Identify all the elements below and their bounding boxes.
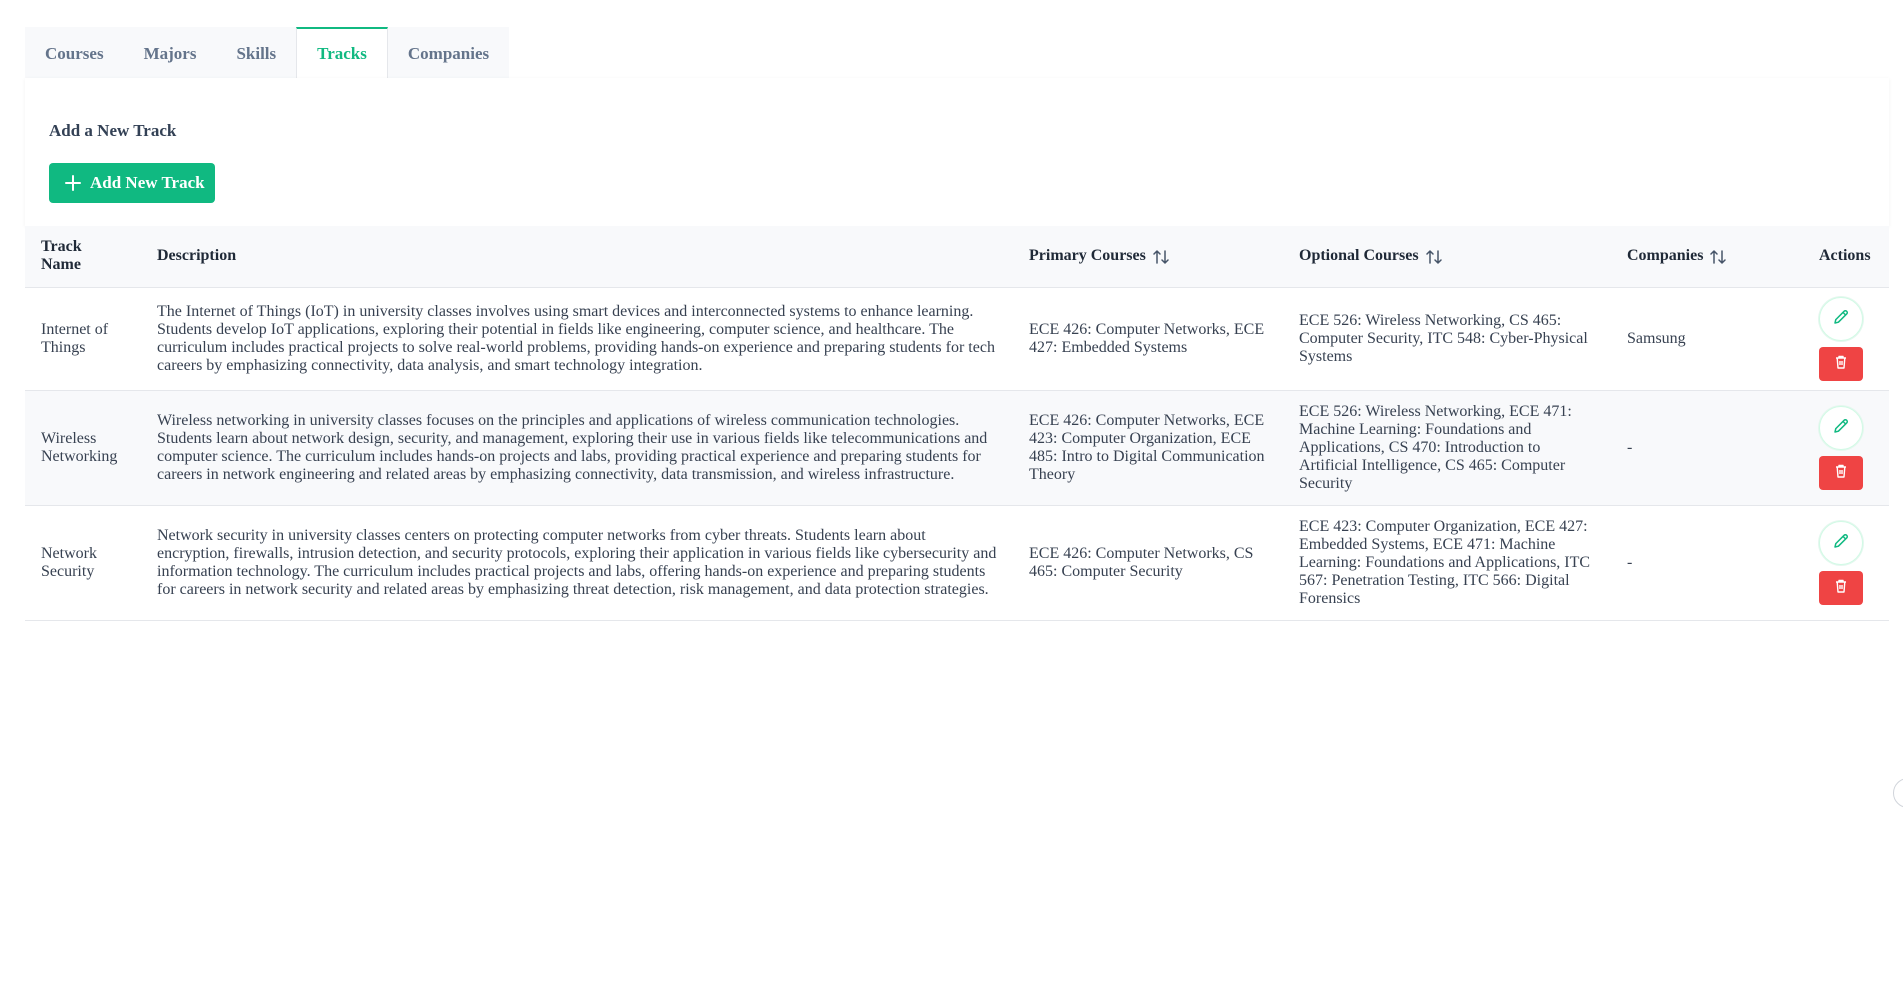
tab-companies[interactable]: Companies [388,27,509,78]
pencil-icon [1832,308,1850,329]
table-header-row: Track Name Description Primary Courses O… [25,226,1889,288]
cell-primary-courses: ECE 426: Computer Networks, ECE 427: Emb… [1013,287,1283,391]
header-optional-courses[interactable]: Optional Courses [1283,226,1611,288]
cell-track-name: Wireless Networking [25,390,141,506]
tracks-table: Track Name Description Primary Courses O… [25,226,1889,621]
add-new-track-label: Add New Track [90,173,205,192]
cell-optional-courses: ECE 423: Computer Organization, ECE 427:… [1283,505,1611,621]
trash-icon [1833,578,1849,597]
trash-icon [1833,354,1849,373]
trash-icon [1833,463,1849,482]
edit-button[interactable] [1819,405,1863,450]
cell-primary-courses: ECE 426: Computer Networks, ECE 423: Com… [1013,390,1283,506]
cell-track-name: Network Security [25,505,141,621]
cell-actions [1803,287,1889,391]
cell-actions [1803,505,1889,621]
table-row: Wireless Networking Wireless networking … [25,390,1889,506]
cell-optional-courses: ECE 526: Wireless Networking, CS 465: Co… [1283,287,1611,391]
sort-arrows-icon[interactable] [1709,249,1727,265]
delete-button[interactable] [1819,346,1863,381]
tab-majors[interactable]: Majors [124,27,217,78]
plus-icon [64,174,82,192]
cell-actions [1803,390,1889,506]
header-primary-courses[interactable]: Primary Courses [1013,226,1283,288]
tab-courses[interactable]: Courses [25,27,124,78]
header-actions: Actions [1803,226,1889,288]
delete-button[interactable] [1819,455,1863,490]
add-track-panel: Add a New Track Add New Track [25,78,1889,226]
cell-companies: Samsung [1611,287,1803,391]
pencil-icon [1832,532,1850,553]
add-new-track-button[interactable]: Add New Track [49,163,215,203]
cell-track-name: Internet of Things [25,287,141,391]
header-companies[interactable]: Companies [1611,226,1803,288]
cell-description: Wireless networking in university classe… [141,390,1013,506]
cell-optional-courses: ECE 526: Wireless Networking, ECE 471: M… [1283,390,1611,506]
tab-tracks[interactable]: Tracks [296,27,388,78]
table-row: Internet of Things The Internet of Thing… [25,287,1889,391]
tab-skills[interactable]: Skills [216,27,296,78]
table-row: Network Security Network security in uni… [25,505,1889,621]
cell-companies: - [1611,505,1803,621]
edit-button[interactable] [1819,520,1863,565]
cell-description: Network security in university classes c… [141,505,1013,621]
cell-primary-courses: ECE 426: Computer Networks, CS 465: Comp… [1013,505,1283,621]
pencil-icon [1832,417,1850,438]
header-track-name: Track Name [25,226,141,288]
delete-button[interactable] [1819,570,1863,605]
tab-bar: Courses Majors Skills Tracks Companies [25,27,510,78]
add-track-title: Add a New Track [49,121,177,140]
cell-description: The Internet of Things (IoT) in universi… [141,287,1013,391]
sort-arrows-icon[interactable] [1152,249,1170,265]
edit-button[interactable] [1819,296,1863,341]
sort-arrows-icon[interactable] [1425,249,1443,265]
cell-companies: - [1611,390,1803,506]
side-panel-toggle[interactable] [1893,778,1903,808]
header-description: Description [141,226,1013,288]
